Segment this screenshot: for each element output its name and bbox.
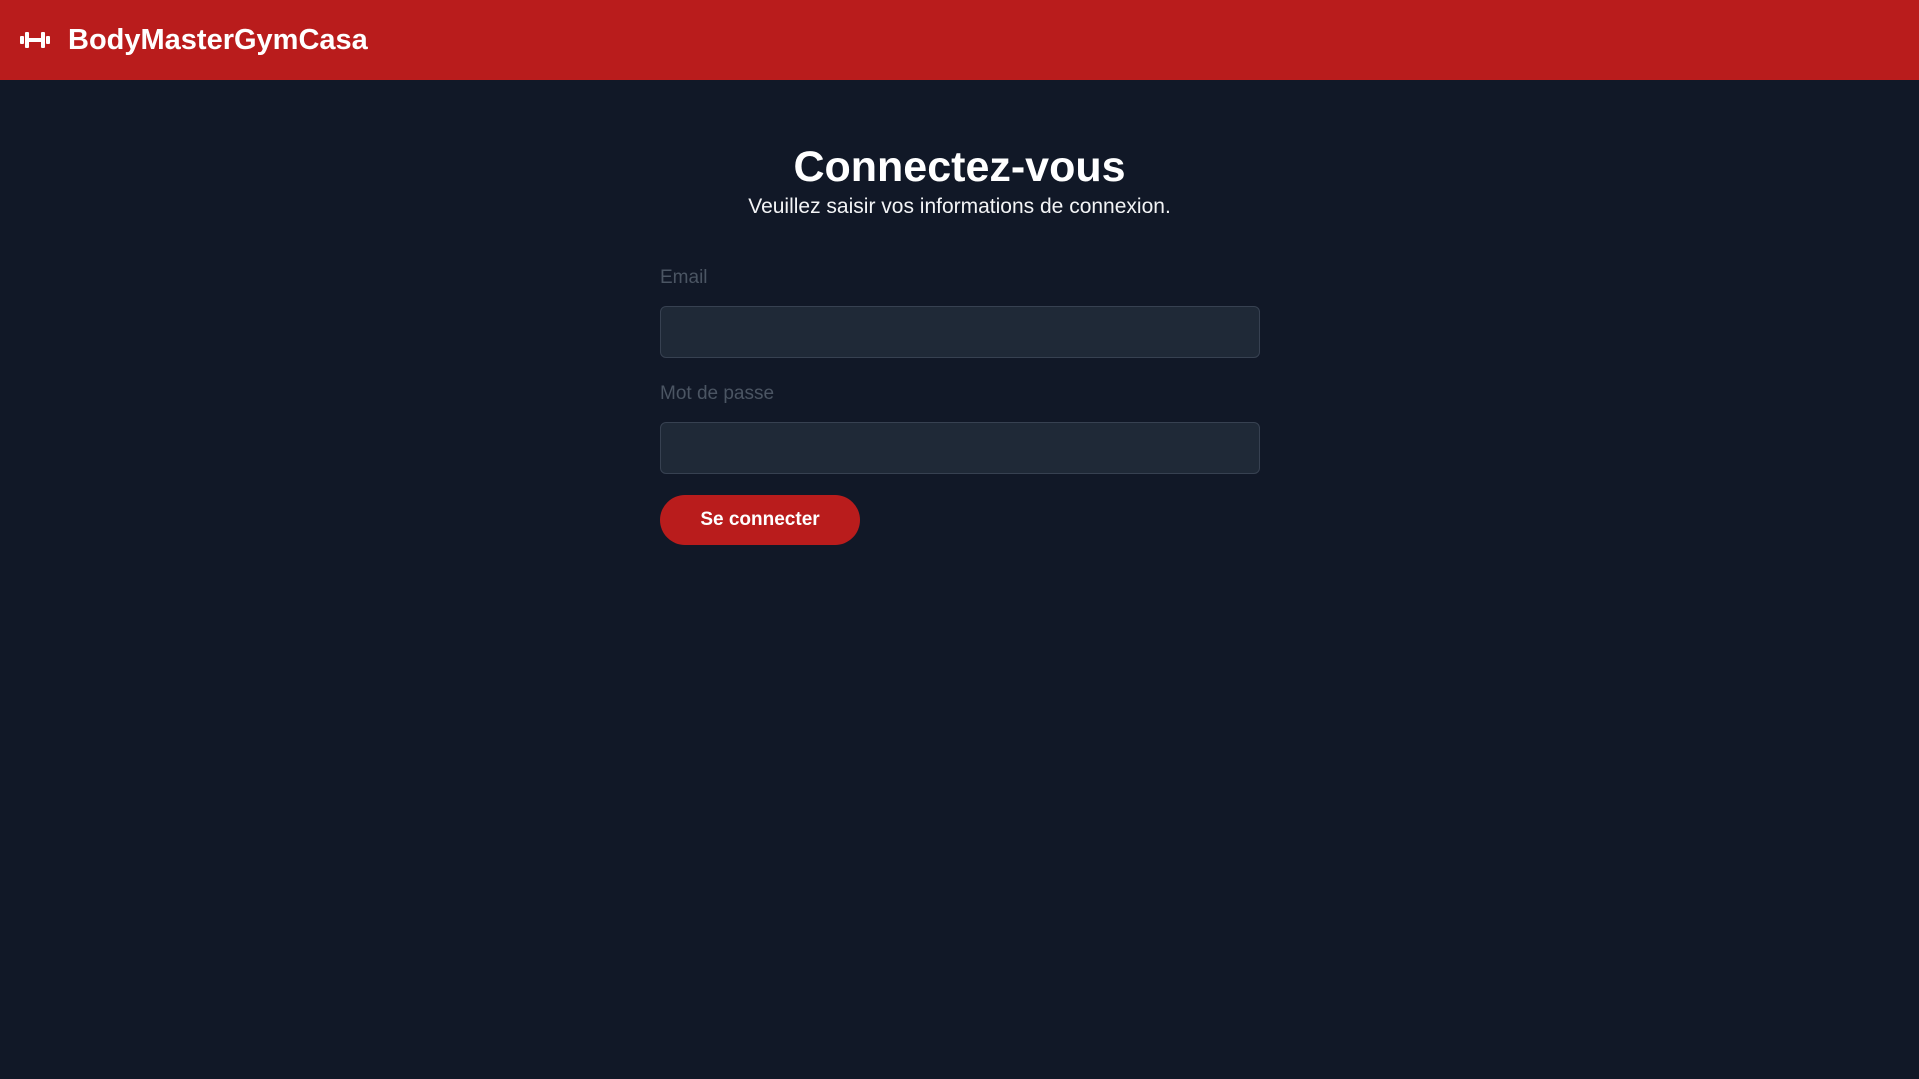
password-field-group: Mot de passe	[660, 382, 1260, 474]
brand-name[interactable]: BodyMasterGymCasa	[68, 24, 368, 57]
login-page: Connectez-vous Veuillez saisir vos infor…	[0, 80, 1919, 1079]
page-subtitle: Veuillez saisir vos informations de conn…	[748, 195, 1171, 218]
email-field-group: Email	[660, 266, 1260, 358]
top-header: BodyMasterGymCasa	[0, 0, 1919, 80]
email-label: Email	[660, 267, 708, 288]
login-button[interactable]: Se connecter	[660, 495, 860, 545]
password-field[interactable]	[660, 422, 1260, 474]
login-form: Email Mot de passe Se connecter	[660, 266, 1260, 545]
dumbbell-icon	[20, 28, 50, 52]
page-title: Connectez-vous	[793, 143, 1126, 191]
email-field[interactable]	[660, 306, 1260, 358]
password-label: Mot de passe	[660, 383, 775, 404]
